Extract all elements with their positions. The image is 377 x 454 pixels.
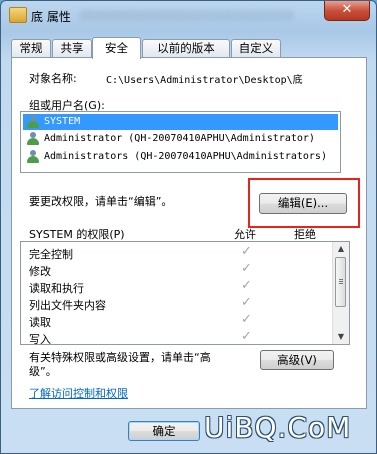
allow-checkbox: ✓ (241, 261, 252, 276)
permission-name: 写入 (29, 333, 51, 345)
user-name: Administrators (QH-20070410APHU\Administ… (44, 151, 327, 162)
edit-button[interactable]: 编辑(E)... (259, 193, 347, 214)
change-permissions-hint: 要更改权限，请单击“编辑”。 (29, 195, 173, 208)
allow-checkbox: ✓ (241, 278, 252, 293)
user-name: SYSTEM (44, 116, 81, 127)
list-item[interactable]: SYSTEM (23, 114, 338, 130)
list-item: 读取 ✓ (24, 312, 329, 329)
user-name: Administrator (QH-20070410APHU\Administr… (44, 133, 315, 144)
list-item: 写入 ✓ (24, 329, 329, 345)
scrollbar-thumb[interactable] (335, 257, 346, 307)
ok-button[interactable]: 确定 (128, 421, 200, 441)
permission-name: 修改 (29, 265, 51, 278)
close-button[interactable]: ✕ (324, 1, 370, 21)
tab-previous-versions[interactable]: 以前的版本 (142, 39, 230, 57)
properties-window: 底 属性 ✕ 常规 共享 安全 以前的版本 自定义 对象名称: C:\Users… (0, 0, 377, 454)
user-list[interactable]: SYSTEM Administrator (QH-20070410APHU\Ad… (20, 111, 341, 173)
object-name-label: 对象名称: (29, 72, 77, 85)
advanced-hint-line2: 级”。 (29, 365, 57, 378)
permissions-list[interactable]: 完全控制 ✓ 修改 ✓ 读取和执行 ✓ 列出文件夹内容 ✓ 读取 ✓ 写入 ✓ … (20, 241, 350, 345)
learn-access-control-link[interactable]: 了解访问控制和权限 (29, 385, 128, 401)
allow-checkbox: ✓ (241, 244, 252, 259)
allow-checkbox: ✓ (241, 312, 252, 327)
allow-column-header: 允许 (234, 228, 256, 241)
folder-icon (9, 7, 27, 23)
permission-name: 读取和执行 (29, 282, 84, 295)
scroll-up-icon[interactable]: ▲ (333, 242, 349, 256)
tab-customize[interactable]: 自定义 (231, 39, 281, 57)
permission-name: 完全控制 (29, 248, 73, 261)
window-title: 底 属性 (31, 10, 71, 24)
list-item: 完全控制 ✓ (24, 244, 329, 261)
tab-sharing[interactable]: 共享 (52, 39, 92, 57)
watermark-logo: UiBQ.CoM (204, 411, 352, 444)
permission-name: 读取 (29, 316, 51, 329)
list-item[interactable]: Administrator (QH-20070410APHU\Administr… (23, 131, 338, 147)
scroll-down-icon[interactable]: ▼ (333, 330, 349, 344)
tab-general[interactable]: 常规 (11, 39, 51, 57)
object-name-value: C:\Users\Administrator\Desktop\底 (106, 75, 303, 86)
tab-security[interactable]: 安全 (92, 37, 141, 59)
permissions-label: SYSTEM 的权限(P) (29, 228, 125, 241)
user-icon (26, 132, 40, 146)
deny-column-header: 拒绝 (294, 228, 316, 241)
title-bar[interactable]: 底 属性 ✕ (1, 1, 376, 31)
user-group-icon (26, 115, 40, 129)
user-group-icon (26, 150, 40, 164)
list-item: 修改 ✓ (24, 261, 329, 278)
allow-checkbox: ✓ (241, 295, 252, 310)
list-item[interactable]: Administrators (QH-20070410APHU\Administ… (23, 149, 338, 165)
advanced-button[interactable]: 高级(V) (260, 350, 334, 370)
list-item: 列出文件夹内容 ✓ (24, 295, 329, 312)
permissions-scrollbar[interactable]: ▲ ▼ (332, 242, 349, 344)
allow-checkbox: ✓ (241, 329, 252, 344)
title-bar-blur (79, 10, 294, 21)
list-item: 读取和执行 ✓ (24, 278, 329, 295)
permission-name: 列出文件夹内容 (29, 299, 106, 312)
